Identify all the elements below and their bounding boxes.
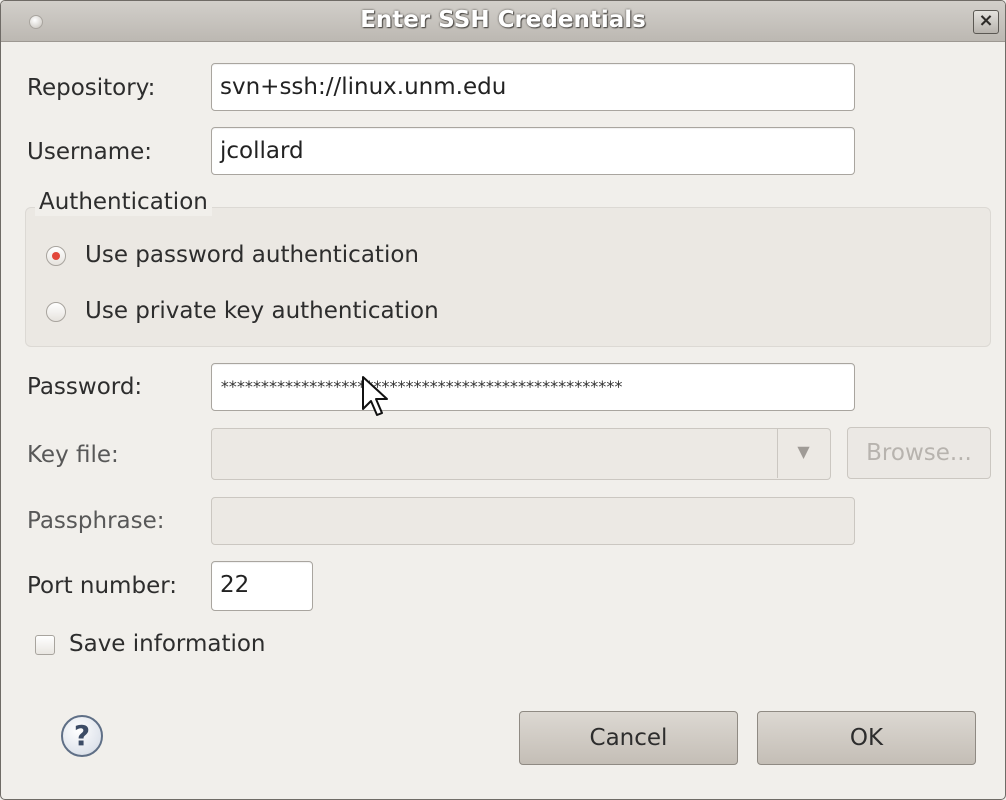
- username-input[interactable]: jcollard: [211, 127, 855, 175]
- ssh-credentials-dialog: Enter SSH Credentials × Repository: svn+…: [0, 0, 1006, 800]
- password-auth-label[interactable]: Use password authentication: [85, 241, 419, 269]
- key-file-label: Key file:: [27, 442, 119, 468]
- username-label: Username:: [27, 139, 152, 165]
- authentication-group: [25, 207, 991, 347]
- password-label: Password:: [27, 374, 143, 400]
- chevron-down-icon[interactable]: ▼: [777, 428, 829, 478]
- passphrase-input[interactable]: [211, 497, 855, 545]
- mouse-cursor-icon: [362, 376, 388, 416]
- password-input[interactable]: ****************************************…: [211, 363, 855, 411]
- close-icon[interactable]: ×: [973, 10, 999, 34]
- repository-input[interactable]: svn+ssh://linux.unm.edu: [211, 63, 855, 111]
- password-auth-radio[interactable]: [46, 246, 66, 266]
- browse-button[interactable]: Browse...: [847, 427, 991, 479]
- help-icon[interactable]: ?: [61, 715, 103, 757]
- private-key-auth-label[interactable]: Use private key authentication: [85, 297, 439, 325]
- port-label: Port number:: [27, 573, 178, 599]
- window-title: Enter SSH Credentials: [360, 7, 646, 33]
- key-file-combo[interactable]: [211, 428, 831, 480]
- ok-button[interactable]: OK: [757, 711, 976, 765]
- save-information-label[interactable]: Save information: [69, 630, 266, 658]
- port-input[interactable]: 22: [211, 561, 313, 611]
- save-information-checkbox[interactable]: [35, 635, 55, 655]
- private-key-auth-radio[interactable]: [46, 302, 66, 322]
- title-bar: Enter SSH Credentials ×: [1, 1, 1005, 42]
- authentication-group-label: Authentication: [35, 188, 212, 216]
- cancel-button[interactable]: Cancel: [519, 711, 738, 765]
- repository-label: Repository:: [27, 75, 156, 101]
- passphrase-label: Passphrase:: [27, 508, 165, 534]
